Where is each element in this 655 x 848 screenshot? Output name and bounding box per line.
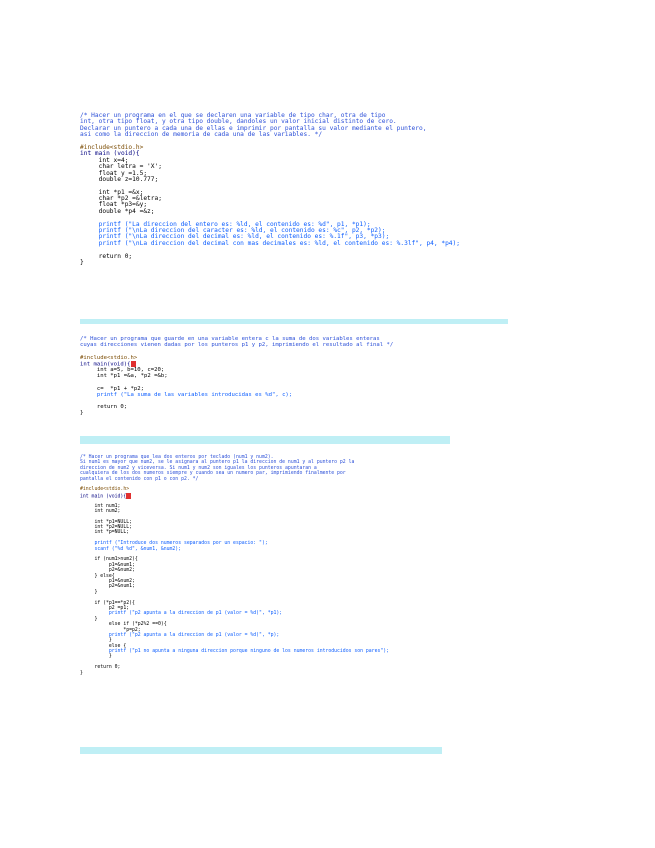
code-text: } [80,410,84,417]
code-text: c= *p1 + *p2; [80,385,144,392]
code-text: #include<stdio.h> [80,354,138,361]
block-3-highlight-bar [80,747,442,754]
code-text: printf ("Introduce dos numeros separados… [80,541,268,547]
code-text: else if (*p2%2 ==0){ [80,622,167,628]
code-text: return 0; [80,404,128,411]
code-text: cuyas direcciones vienen dadas por los p… [80,342,394,349]
code-text: p2=&num1; [80,584,135,590]
code-text: double z=10.777; [80,175,159,183]
code-text: int *p1 =&a, *p2 =&b; [80,373,168,380]
code-text: printf ("La suma de las variables introd… [80,391,293,398]
code-text: cualquiera de los dos numeros siempre y … [80,471,346,477]
code-line: } [80,671,442,676]
code-text: return 0; [80,252,133,260]
code-block-2: /* Hacer un programa que guarde en una v… [80,334,450,444]
code-text: int num1; [80,503,121,509]
code-text: Si num1 es mayor que num2, se le asignar… [80,460,355,466]
code-text: if (*p1==*p2){ [80,600,135,606]
code-text: } [80,654,112,660]
code-text: scanf ("%d %d", &num1, &num2); [80,546,182,552]
code-text: int *p1=NULL; [80,519,132,525]
code-line: } [80,410,450,416]
code-text: printf ("\nLa direccion del decimal con … [80,239,460,247]
code-text: } [80,616,98,622]
code-text: return 0; [80,665,121,671]
code-text: int *p=NULL; [80,530,130,536]
code-line: } [80,258,508,266]
brace-match-marker [130,360,136,367]
code-text: pantalla el contenido con p1 o con p2. *… [80,476,199,482]
code-text: *p=p2; [80,627,141,633]
block-1-highlight-bar [80,319,508,324]
code-text: } [80,258,84,266]
code-text: } [80,670,83,676]
code-text: if (num1>num2){ [80,557,138,563]
code-block-1: /* Hacer un programa en el que se declar… [80,111,508,324]
code-text: double *p4 =&z; [80,207,155,215]
code-text: #include<stdio.h> [80,487,130,493]
code-text: else { [80,643,127,649]
code-text: int num2; [80,508,121,514]
code-text: p2=&num2; [80,568,135,574]
code-block-3: /* Hacer un programa que lea dos enteros… [80,453,442,754]
code-text: int a=5, b=10, c=20; [80,366,165,373]
code-text: asi como la direccion de memoria de cada… [80,131,323,139]
code-text: } else{ [80,573,115,579]
code-text: printf ("p2 apunta a la direccion de p1 … [80,611,283,617]
code-text: printf ("p1 no apunta a ninguna direccio… [80,649,390,655]
code-text: } [80,589,98,595]
code-text: } [80,638,112,644]
block-2-highlight-bar [80,436,450,444]
code-text: /* Hacer un programa que guarde en una v… [80,336,380,342]
